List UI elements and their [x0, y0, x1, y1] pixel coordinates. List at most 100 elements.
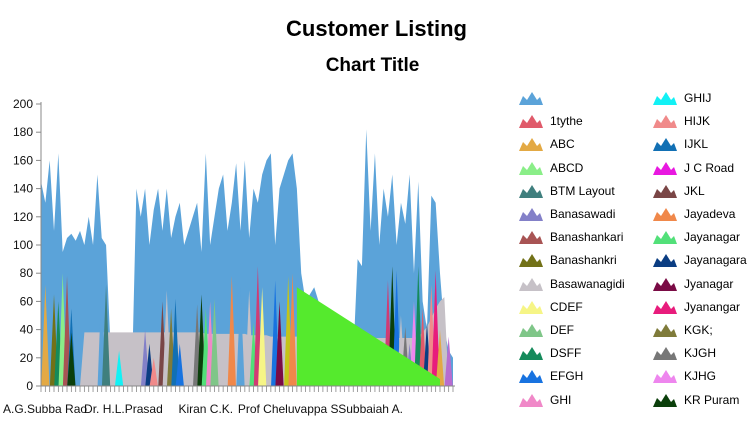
- legend-swatch: [519, 208, 543, 221]
- legend-item: Jayadeva: [653, 204, 735, 224]
- y-tick-label: 60: [20, 294, 34, 308]
- legend-swatch: [653, 92, 677, 105]
- legend-item: GHIJ: [653, 88, 711, 108]
- y-tick-label: 20: [20, 351, 34, 365]
- legend-label: GHI: [550, 392, 572, 407]
- legend-label: Jyanagar: [684, 276, 734, 291]
- y-tick-label: 120: [13, 210, 33, 224]
- legend-item: Banashankri: [519, 250, 617, 270]
- legend-item: Basawanagidi: [519, 274, 625, 294]
- legend-item: 1tythe: [519, 111, 583, 131]
- legend-label: KGK;: [684, 323, 713, 337]
- legend-swatch: [653, 138, 677, 152]
- x-tick-label: A.G.Subba Rao: [3, 402, 87, 416]
- legend-swatch: [519, 370, 543, 384]
- legend-swatch: [519, 231, 543, 245]
- legend-item: Jyanangar: [653, 297, 740, 317]
- legend-label: Jayadeva: [684, 207, 736, 221]
- legend-label: KR Puram: [684, 392, 740, 407]
- y-tick-label: 100: [13, 238, 33, 252]
- y-tick-label: 180: [13, 125, 33, 139]
- legend-label: DSFF: [550, 346, 582, 361]
- legend-swatch: [653, 254, 677, 268]
- legend-swatch: [653, 393, 677, 407]
- legend-swatch: [653, 324, 677, 337]
- legend-item: Jayanagara: [653, 250, 747, 270]
- x-tick-label: Kiran C.K.: [178, 402, 233, 416]
- legend-label: BTM Layout: [550, 183, 615, 198]
- chart-areas: [41, 129, 453, 386]
- legend-item: KR Puram: [653, 390, 739, 410]
- legend-swatch: [519, 161, 543, 175]
- legend-label: DEF: [550, 323, 574, 337]
- legend-swatch: [653, 231, 677, 245]
- legend-label: EFGH: [550, 369, 584, 384]
- legend-label: KJHG: [684, 369, 717, 384]
- legend-label: J C Road: [684, 160, 735, 175]
- legend-swatch: [519, 184, 543, 198]
- legend-item: EFGH: [519, 366, 583, 386]
- x-tick-label: Dr. H.L.Prasad: [84, 402, 163, 416]
- legend-label: Jyanangar: [684, 299, 741, 314]
- legend-swatch: [653, 300, 677, 314]
- y-tick-label: 0: [26, 379, 33, 393]
- legend-label: Basawanagidi: [550, 276, 625, 291]
- legend-item: DSFF: [519, 343, 581, 363]
- x-tick-label: Prof Cheluvappa S: [238, 402, 339, 416]
- legend-item: HIJK: [653, 111, 710, 131]
- legend-label: Jayanagara: [684, 253, 747, 268]
- legend-label: KJGH: [684, 346, 717, 361]
- legend-label: GHIJ: [684, 91, 712, 105]
- legend-label: Banashankari: [550, 230, 624, 245]
- legend-swatch: [519, 254, 543, 268]
- legend-item: Banasawadi: [519, 204, 615, 224]
- legend-swatch: [653, 370, 677, 384]
- legend-item: DEF: [519, 320, 574, 340]
- legend-item: BTM Layout: [519, 181, 615, 201]
- legend-label: Banashankri: [550, 253, 617, 268]
- legend-swatch: [653, 161, 677, 175]
- legend-swatch: [653, 184, 677, 198]
- legend-item: J C Road: [653, 158, 734, 178]
- legend-label: 1tythe: [550, 114, 583, 129]
- legend-item: JKL: [653, 181, 705, 201]
- legend-swatch: [653, 277, 677, 291]
- legend-item: Jayanagar: [653, 227, 740, 247]
- legend-item: KGK;: [653, 320, 713, 340]
- y-tick-label: 80: [20, 266, 34, 280]
- legend-item: Jyanagar: [653, 274, 733, 294]
- legend-item: [519, 88, 550, 108]
- legend-label: IJKL: [684, 137, 709, 152]
- legend-label: JKL: [684, 183, 705, 198]
- legend-swatch: [519, 300, 543, 314]
- legend-label: HIJK: [684, 114, 711, 129]
- legend-swatch: [519, 347, 543, 361]
- chart-legend: 1tythe ABC ABCD BTM Layout Banasawadi Banasha…: [519, 88, 749, 418]
- legend-label: Jayanagar: [684, 230, 741, 245]
- legend-item: KJHG: [653, 366, 716, 386]
- legend-label: ABCD: [550, 160, 584, 175]
- legend-swatch: [653, 347, 677, 361]
- legend-swatch: [653, 115, 677, 129]
- legend-item: ABC: [519, 134, 575, 154]
- legend-label: CDEF: [550, 299, 583, 314]
- legend-swatch: [519, 115, 543, 129]
- legend-item: IJKL: [653, 134, 708, 154]
- legend-swatch: [519, 393, 543, 407]
- legend-swatch: [653, 208, 677, 221]
- legend-swatch: [519, 277, 543, 291]
- y-tick-label: 160: [13, 153, 33, 167]
- legend-item: GHI: [519, 390, 571, 410]
- y-tick-label: 40: [20, 323, 34, 337]
- legend-label: Banasawadi: [550, 207, 616, 221]
- legend-item: CDEF: [519, 297, 583, 317]
- legend-swatch: [519, 138, 543, 152]
- x-tick-label: Subbaiah A.: [338, 402, 403, 416]
- y-tick-label: 200: [13, 97, 33, 111]
- legend-swatch: [519, 92, 543, 105]
- legend-item: KJGH: [653, 343, 716, 363]
- legend-label: ABC: [550, 137, 575, 152]
- legend-swatch: [519, 324, 543, 337]
- legend-item: ABCD: [519, 158, 583, 178]
- y-tick-label: 140: [13, 182, 33, 196]
